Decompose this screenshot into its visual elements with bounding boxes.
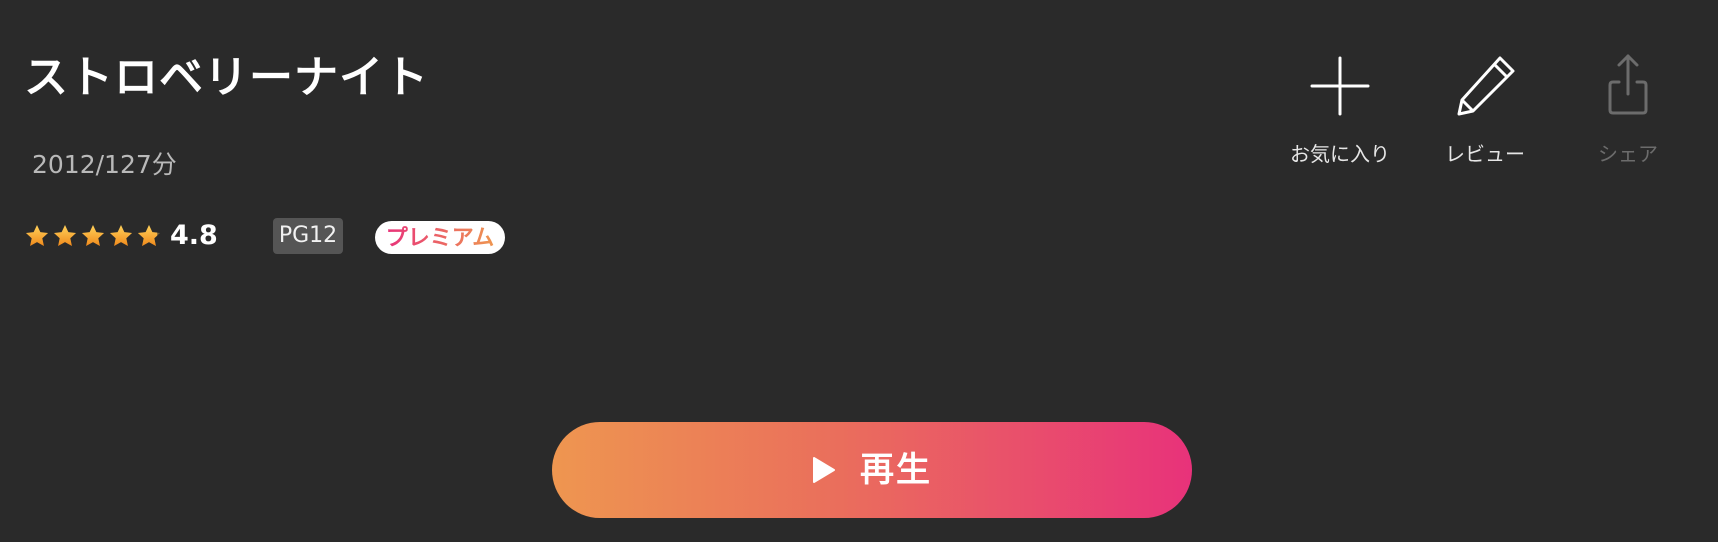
star-icon <box>53 224 77 246</box>
favorite-label: お気に入り <box>1290 142 1390 166</box>
rating: 4.8 <box>24 216 218 256</box>
star-partial-icon <box>137 224 161 246</box>
share-icon <box>1608 54 1648 115</box>
review-label: レビュー <box>1445 142 1525 166</box>
pencil-icon <box>1457 56 1515 116</box>
share-button[interactable]: シェア <box>1558 52 1698 168</box>
age-rating-badge: PG12 <box>273 218 343 254</box>
action-bar: お気に入り レビュー シェア <box>1270 52 1670 172</box>
plus-icon <box>1310 56 1370 116</box>
star-icon <box>109 224 133 246</box>
premium-badge: プレミアム <box>375 221 505 254</box>
review-button[interactable]: レビュー <box>1415 52 1555 168</box>
premium-label: プレミアム <box>386 226 494 251</box>
play-label: 再生 <box>860 450 932 490</box>
favorite-button[interactable]: お気に入り <box>1270 52 1410 168</box>
share-label: シェア <box>1598 142 1658 166</box>
star-rating <box>24 223 164 249</box>
play-button[interactable]: 再生 <box>552 422 1192 518</box>
play-icon <box>813 457 835 483</box>
premium-badge-text: プレミアム <box>386 226 494 251</box>
movie-meta: 2012/127分 <box>32 150 177 179</box>
star-icon <box>25 224 49 246</box>
star-icon <box>81 224 105 246</box>
movie-title: ストロベリーナイト <box>24 52 429 103</box>
rating-value: 4.8 <box>170 220 218 251</box>
